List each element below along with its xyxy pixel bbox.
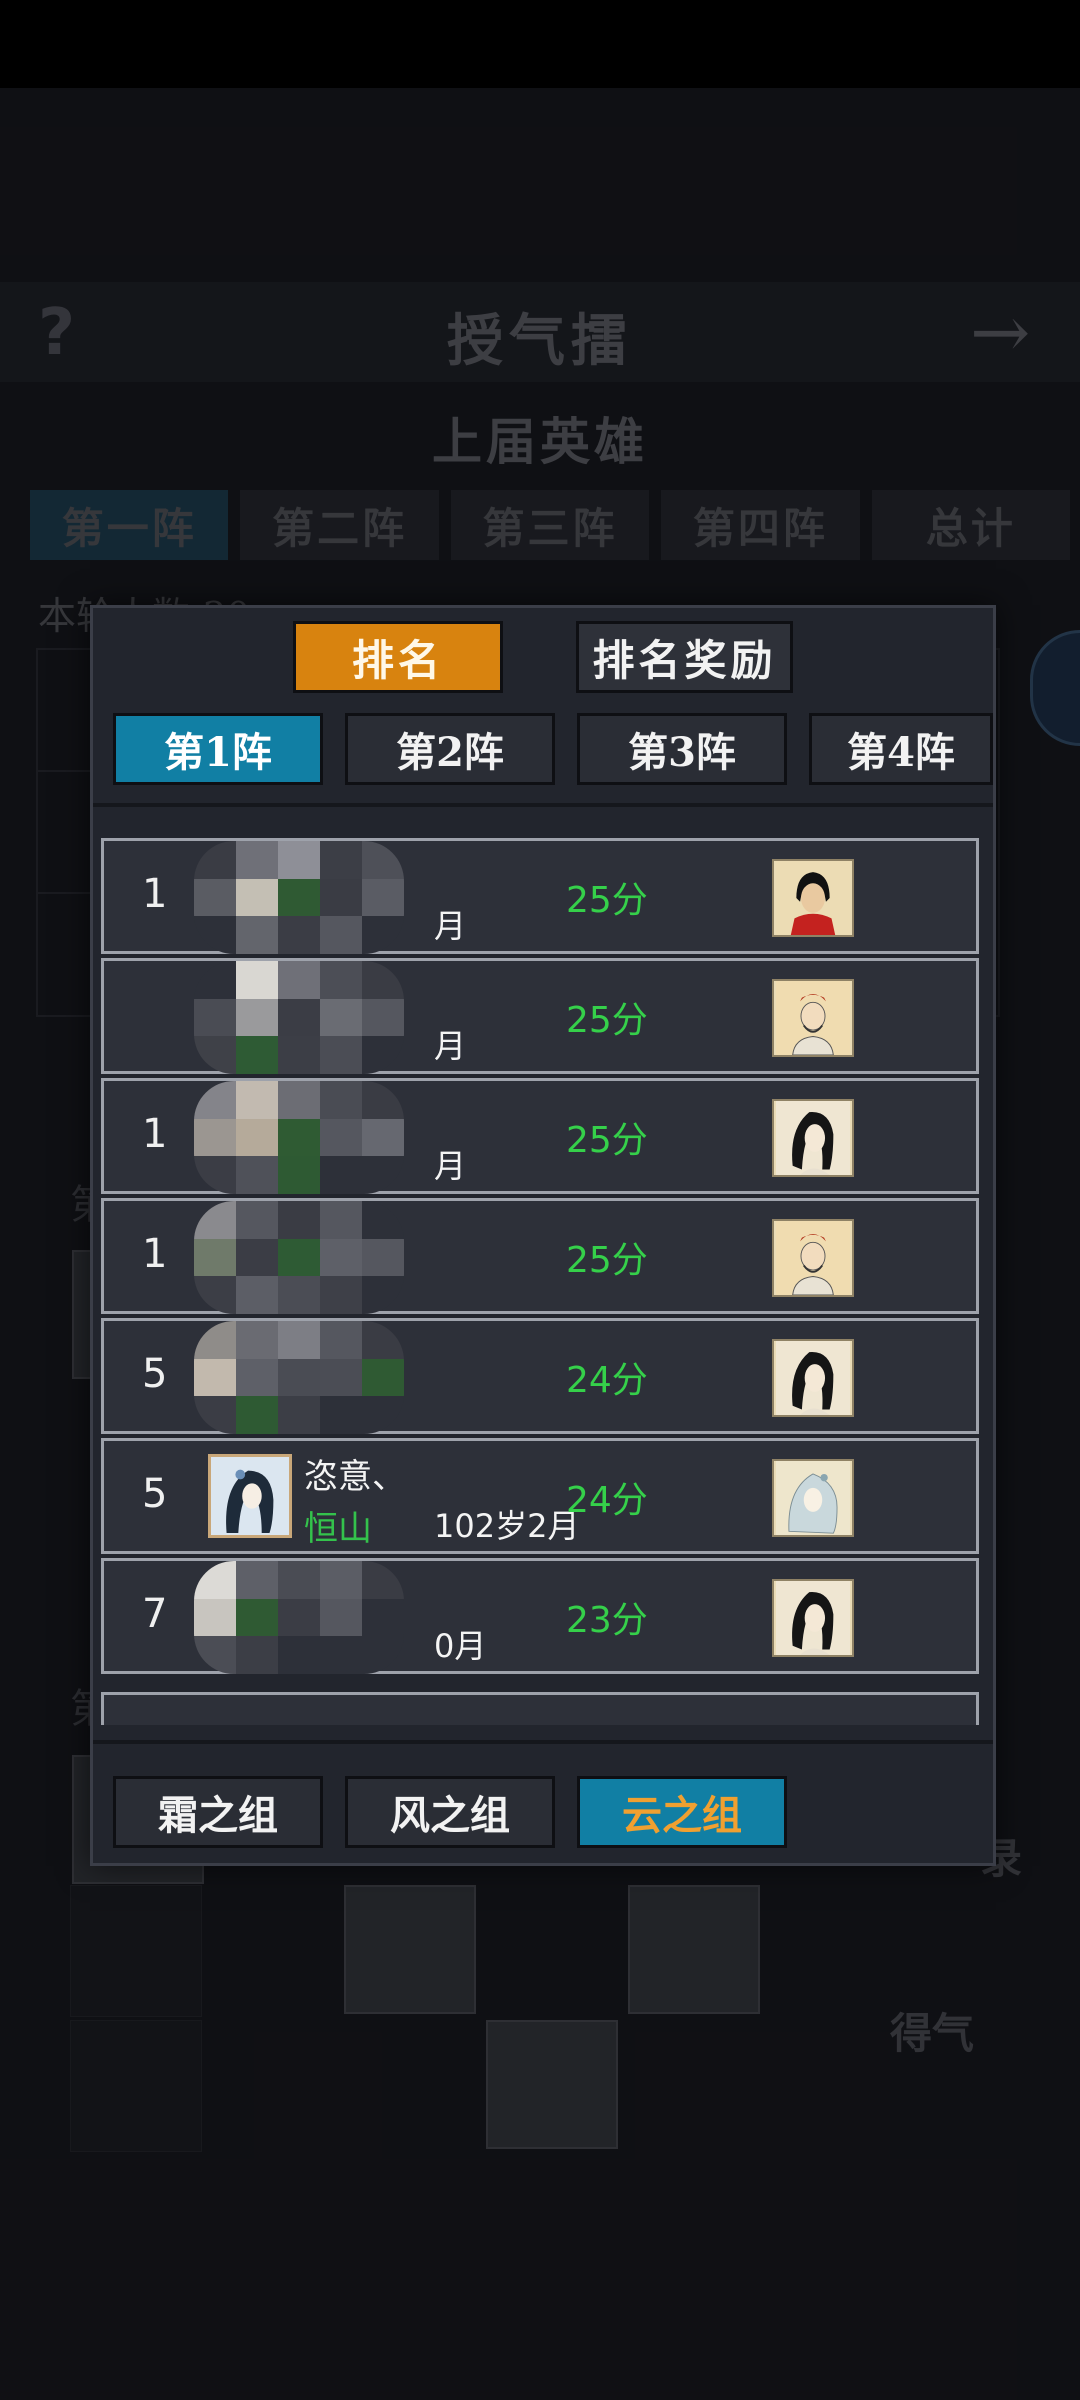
- rank-number: 1: [142, 871, 168, 917]
- rank-number: 1: [142, 1111, 168, 1157]
- lady-hero-icon: [772, 1459, 854, 1537]
- status-bar: [0, 0, 1080, 88]
- player-score: 24分: [566, 1360, 648, 1401]
- ranking-row[interactable]: 5 恣意、 恒山 102岁2月 24分: [101, 1438, 979, 1554]
- ranking-row[interactable]: 5 24分: [101, 1318, 979, 1434]
- player-score: 24分: [566, 1480, 648, 1521]
- group-tab-frost[interactable]: 霜之组: [113, 1776, 323, 1848]
- player-score: 25分: [566, 1240, 648, 1281]
- player-score: 25分: [566, 1120, 648, 1161]
- censored-player-info: [194, 1561, 404, 1674]
- red-scarf-hero-icon: [772, 859, 854, 937]
- modal-divider: [93, 1740, 993, 1744]
- ranking-row[interactable]: 月 25分: [101, 958, 979, 1074]
- censored-player-info: [194, 961, 404, 1074]
- player-score: 23分: [566, 1600, 648, 1641]
- player-avatar: [208, 1454, 292, 1538]
- ranking-modal: 排名 排名奖励 第1阵 第2阵 第3阵 第4阵 1 月 25分 月 25分 1 …: [90, 605, 996, 1866]
- censored-player-info: [194, 1201, 404, 1314]
- tab-round-4[interactable]: 第4阵: [809, 713, 993, 785]
- player-name: 恣意、: [304, 1457, 406, 1497]
- ranking-row[interactable]: 7 0月 23分: [101, 1558, 979, 1674]
- long-hair-hero-icon: [772, 1339, 854, 1417]
- long-hair-hero-icon: [772, 1579, 854, 1657]
- rank-number: 5: [142, 1471, 168, 1517]
- ranking-row[interactable]: 1 月 25分: [101, 1078, 979, 1194]
- tab-round-1[interactable]: 第1阵: [113, 713, 323, 785]
- ranking-row[interactable]: 1 25分: [101, 1198, 979, 1314]
- tab-round-3[interactable]: 第3阵: [577, 713, 787, 785]
- player-score: 25分: [566, 880, 648, 921]
- censored-player-info: [194, 1321, 404, 1434]
- rank-number: 1: [142, 1231, 168, 1277]
- long-hair-hero-icon: [772, 1099, 854, 1177]
- player-age: 月: [434, 1147, 467, 1185]
- player-age: 102岁2月: [434, 1507, 580, 1545]
- player-score: 25分: [566, 1000, 648, 1041]
- group-tab-cloud[interactable]: 云之组: [577, 1776, 787, 1848]
- ranking-row-partial[interactable]: [101, 1692, 979, 1725]
- rank-number: 7: [142, 1591, 168, 1637]
- rank-number: 5: [142, 1351, 168, 1397]
- player-age: 月: [434, 1027, 467, 1065]
- player-age: 月: [434, 907, 467, 945]
- censored-player-info: [194, 1081, 404, 1194]
- modal-divider: [93, 803, 993, 807]
- player-sect: 恒山: [304, 1509, 372, 1549]
- bearded-hero-icon: [772, 979, 854, 1057]
- censored-player-info: [194, 841, 404, 954]
- bearded-hero-icon: [772, 1219, 854, 1297]
- ranking-reward-button[interactable]: 排名奖励: [576, 621, 793, 693]
- tab-round-2[interactable]: 第2阵: [345, 713, 555, 785]
- player-age: 0月: [434, 1627, 487, 1665]
- group-tab-wind[interactable]: 风之组: [345, 1776, 555, 1848]
- ranking-row[interactable]: 1 月 25分: [101, 838, 979, 954]
- ranking-button[interactable]: 排名: [293, 621, 503, 693]
- ranking-list[interactable]: 1 月 25分 月 25分 1 月 25分 1 25分 5 24分 5 恣意、 …: [101, 838, 979, 1725]
